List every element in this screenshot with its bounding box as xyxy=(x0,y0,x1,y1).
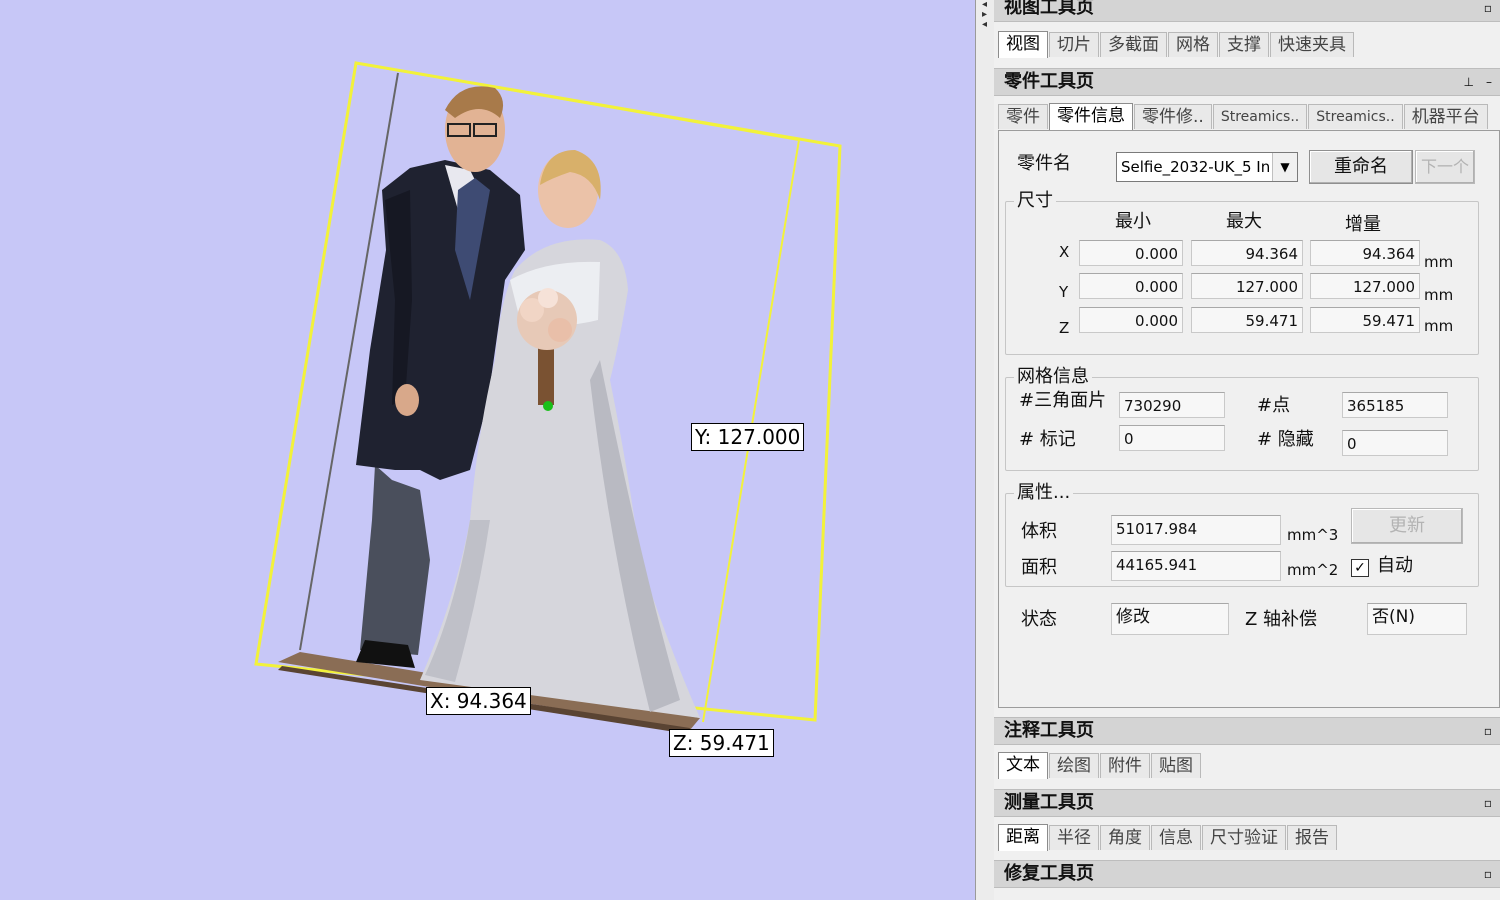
properties-title: 属性... xyxy=(1014,482,1074,504)
part-toolbox-header[interactable]: 零件工具页 ⊥ – xyxy=(994,68,1500,96)
part-name-label: 零件名 xyxy=(1017,153,1071,174)
view-toolbox-title: 视图工具页 xyxy=(1004,0,1094,18)
z-min-field[interactable]: 0.000 xyxy=(1079,307,1183,333)
part-tabs: 零件 零件信息 零件修.. Streamics.. Streamics.. 机器… xyxy=(998,103,1489,130)
y-dimension-label: Y: 127.000 xyxy=(691,423,805,451)
measure-toolbox-title: 测量工具页 xyxy=(1004,792,1094,813)
points-label: #点 xyxy=(1257,395,1291,416)
part-toolbox-title: 零件工具页 xyxy=(1004,71,1094,92)
status-field[interactable]: 修改 xyxy=(1111,603,1229,635)
restore-icon[interactable]: ▫ xyxy=(1484,0,1492,21)
tab-multi-section[interactable]: 多截面 xyxy=(1100,32,1167,57)
z-max-field[interactable]: 59.471 xyxy=(1191,307,1303,333)
part-info-content: 零件名 Selfie_2032-UK_5 In ▼ 重命名 下一个 尺寸 最小 … xyxy=(998,130,1500,708)
z-unit: mm xyxy=(1424,317,1454,335)
marks-field[interactable]: 0 xyxy=(1119,425,1225,451)
minimize-icon[interactable]: – xyxy=(1486,69,1492,95)
triangles-label: #三角面片 xyxy=(1019,390,1107,411)
size-group-title: 尺寸 xyxy=(1014,190,1056,212)
points-field[interactable]: 365185 xyxy=(1342,392,1448,418)
z-compensation-field[interactable]: 否(N) xyxy=(1367,603,1467,635)
tab-view[interactable]: 视图 xyxy=(998,31,1048,58)
tab-text[interactable]: 文本 xyxy=(998,752,1048,779)
z-compensation-label: Z 轴补偿 xyxy=(1245,609,1318,630)
tab-decal[interactable]: 贴图 xyxy=(1151,753,1201,778)
tab-machine-platform[interactable]: 机器平台 xyxy=(1403,104,1488,129)
z-delta-field[interactable]: 59.471 xyxy=(1310,307,1420,333)
rename-button[interactable]: 重命名 xyxy=(1309,150,1413,184)
tab-slice[interactable]: 切片 xyxy=(1049,32,1099,57)
triangles-field[interactable]: 730290 xyxy=(1119,392,1225,418)
tab-distance[interactable]: 距离 xyxy=(998,824,1048,851)
x-axis-label: X xyxy=(1059,243,1070,261)
3d-viewport[interactable]: Y: 127.000 X: 94.364 Z: 59.471 xyxy=(0,0,975,900)
y-max-field[interactable]: 127.000 xyxy=(1191,273,1303,299)
tab-quick-fixture[interactable]: 快速夹具 xyxy=(1270,32,1354,57)
tab-angle[interactable]: 角度 xyxy=(1100,825,1150,850)
marks-label: # 标记 xyxy=(1019,429,1076,450)
auto-label: 自动 xyxy=(1377,555,1413,576)
next-button[interactable]: 下一个 xyxy=(1415,150,1475,184)
hidden-label: # 隐藏 xyxy=(1257,429,1314,450)
tab-part-fix[interactable]: 零件修.. xyxy=(1134,104,1212,129)
pin-icon[interactable]: ⊥ xyxy=(1464,69,1474,95)
mesh-info-title: 网格信息 xyxy=(1014,366,1092,388)
y-unit: mm xyxy=(1424,286,1454,304)
tab-report[interactable]: 报告 xyxy=(1287,825,1337,850)
x-unit: mm xyxy=(1424,253,1454,271)
annotation-tabs: 文本 绘图 附件 贴图 xyxy=(998,752,1202,779)
part-name-select[interactable]: Selfie_2032-UK_5 In ▼ xyxy=(1116,152,1298,182)
annotation-toolbox-header[interactable]: 注释工具页 ▫ xyxy=(994,717,1500,745)
x-delta-field[interactable]: 94.364 xyxy=(1310,240,1420,266)
repair-toolbox-header[interactable]: 修复工具页 ▫ xyxy=(994,860,1500,888)
chevron-down-icon: ▼ xyxy=(1272,153,1297,181)
tab-drawing[interactable]: 绘图 xyxy=(1049,753,1099,778)
z-dimension-label: Z: 59.471 xyxy=(669,729,774,757)
y-min-field[interactable]: 0.000 xyxy=(1079,273,1183,299)
x-max-field[interactable]: 94.364 xyxy=(1191,240,1303,266)
tab-mesh[interactable]: 网格 xyxy=(1168,32,1218,57)
tab-support[interactable]: 支撑 xyxy=(1219,32,1269,57)
tab-attachment[interactable]: 附件 xyxy=(1100,753,1150,778)
volume-unit: mm^3 xyxy=(1287,526,1339,544)
panel-splitter[interactable]: ◂ ▸ ◂ xyxy=(975,0,995,900)
measure-toolbox-header[interactable]: 测量工具页 ▫ xyxy=(994,789,1500,817)
y-delta-field[interactable]: 127.000 xyxy=(1310,273,1420,299)
tab-streamics-2[interactable]: Streamics.. xyxy=(1308,104,1403,129)
area-field[interactable]: 44165.941 xyxy=(1111,551,1281,581)
auto-checkbox[interactable]: ✓ xyxy=(1351,559,1369,577)
update-button[interactable]: 更新 xyxy=(1351,508,1463,544)
restore-icon[interactable]: ▫ xyxy=(1484,861,1492,887)
volume-label: 体积 xyxy=(1021,521,1057,542)
collapse-arrow-icon[interactable]: ◂ ▸ ◂ xyxy=(978,0,991,40)
delta-header: 增量 xyxy=(1345,214,1381,235)
min-header: 最小 xyxy=(1115,211,1151,232)
view-toolbox-header[interactable]: 视图工具页 ▫ xyxy=(994,0,1500,22)
tab-streamics-1[interactable]: Streamics.. xyxy=(1212,104,1308,129)
measure-tabs: 距离 半径 角度 信息 尺寸验证 报告 xyxy=(998,824,1338,851)
area-label: 面积 xyxy=(1021,557,1057,578)
tab-part[interactable]: 零件 xyxy=(998,104,1048,129)
area-unit: mm^2 xyxy=(1287,561,1339,579)
max-header: 最大 xyxy=(1226,211,1262,232)
z-axis-label: Z xyxy=(1059,319,1070,337)
restore-icon[interactable]: ▫ xyxy=(1484,790,1492,816)
tab-dimension-verify[interactable]: 尺寸验证 xyxy=(1202,825,1286,850)
tab-info[interactable]: 信息 xyxy=(1151,825,1201,850)
volume-field[interactable]: 51017.984 xyxy=(1111,515,1281,545)
toolbox-panel: 视图工具页 ▫ 视图 切片 多截面 网格 支撑 快速夹具 零件工具页 ⊥ – 零… xyxy=(994,0,1500,900)
scene-render xyxy=(254,61,842,734)
view-tabs: 视图 切片 多截面 网格 支撑 快速夹具 xyxy=(998,31,1355,58)
part-name-value: Selfie_2032-UK_5 In xyxy=(1121,158,1271,176)
x-min-field[interactable]: 0.000 xyxy=(1079,240,1183,266)
x-dimension-label: X: 94.364 xyxy=(426,687,531,715)
tab-radius[interactable]: 半径 xyxy=(1049,825,1099,850)
repair-toolbox-title: 修复工具页 xyxy=(1004,863,1094,884)
y-axis-label: Y xyxy=(1059,283,1069,301)
tab-part-info[interactable]: 零件信息 xyxy=(1049,103,1133,130)
restore-icon[interactable]: ▫ xyxy=(1484,718,1492,744)
hidden-field[interactable]: 0 xyxy=(1342,430,1448,456)
status-label: 状态 xyxy=(1021,609,1057,630)
annotation-toolbox-title: 注释工具页 xyxy=(1004,720,1094,741)
